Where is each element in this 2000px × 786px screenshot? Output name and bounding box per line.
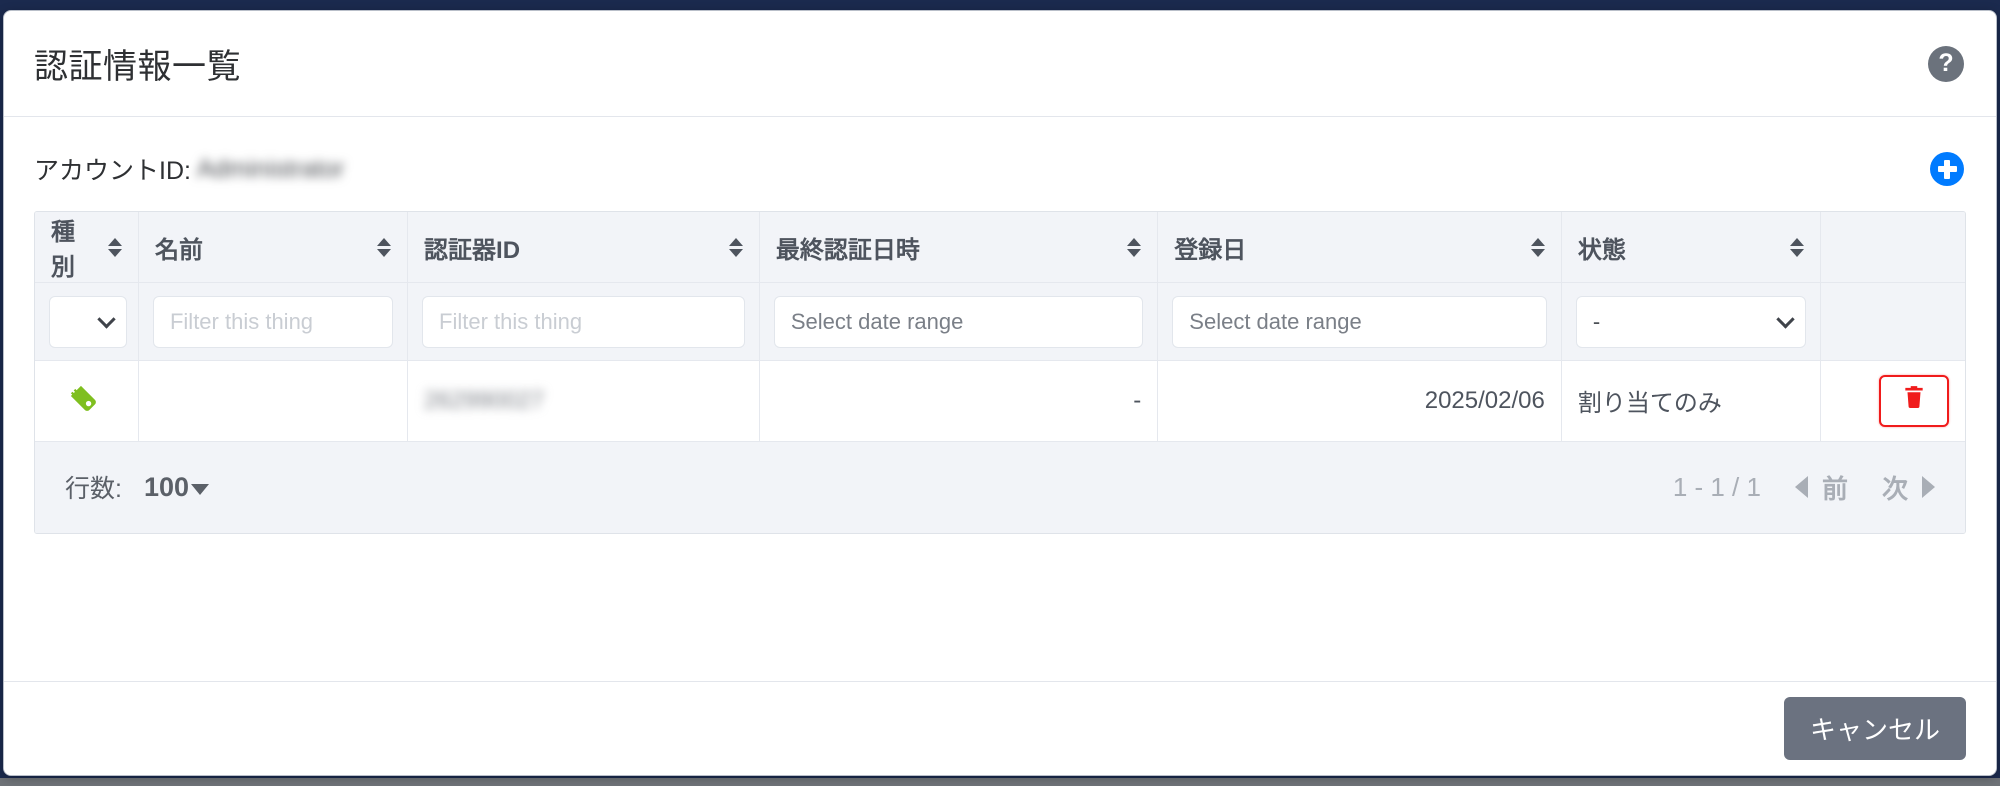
filter-cell-registered (1158, 283, 1562, 361)
rows-per-page-label: 行数: (65, 469, 122, 505)
column-label: 認証器ID (424, 230, 520, 265)
column-label: 種別 (51, 212, 98, 282)
column-header-registered[interactable]: 登録日 (1158, 212, 1562, 283)
cell-authenticator-id: 262990027 (408, 361, 760, 441)
filter-cell-type (35, 283, 138, 361)
sort-icon[interactable] (377, 238, 391, 257)
previous-page-button[interactable]: 前 (1795, 469, 1848, 506)
cell-status: 割り当てのみ (1561, 361, 1820, 441)
caret-down-icon (191, 484, 209, 495)
column-label: 登録日 (1174, 230, 1246, 265)
rows-per-page-value[interactable]: 100 (144, 472, 209, 503)
table-header-row: 種別 名前 認証器ID (35, 212, 1965, 283)
cell-last-auth: - (759, 361, 1157, 441)
cell-registered: 2025/02/06 (1158, 361, 1562, 441)
dialog-header: 認証情報一覧 ? (4, 11, 1996, 117)
dialog-body: アカウントID: Administrator (4, 117, 1996, 683)
column-label: 名前 (155, 230, 203, 265)
filter-cell-actions (1820, 283, 1965, 361)
pagination-range: 1 - 1 / 1 (1673, 472, 1761, 503)
status-filter-select[interactable]: - (1576, 296, 1806, 348)
column-header-name[interactable]: 名前 (138, 212, 407, 283)
backdrop-bottom-bar (0, 778, 2000, 786)
credentials-table: 種別 名前 認証器ID (34, 211, 1966, 534)
rows-per-page-control[interactable]: 行数: 100 (65, 469, 209, 505)
account-id-row: アカウントID: Administrator (34, 143, 1966, 195)
type-filter-select[interactable] (49, 296, 127, 348)
table-filter-row: - (35, 283, 1965, 361)
authenticator-id-filter-input[interactable] (422, 296, 745, 348)
pagination-controls: 1 - 1 / 1 前 次 (1673, 469, 1935, 506)
column-header-last-auth[interactable]: 最終認証日時 (759, 212, 1157, 283)
column-header-type[interactable]: 種別 (35, 212, 138, 283)
last-auth-date-range-input[interactable] (774, 296, 1143, 348)
question-mark-circle-icon[interactable]: ? (1928, 46, 1964, 82)
sort-icon[interactable] (1790, 238, 1804, 257)
filter-cell-last-auth (759, 283, 1157, 361)
name-filter-input[interactable] (153, 296, 393, 348)
filter-cell-authenticator-id (408, 283, 760, 361)
table-footer: 行数: 100 1 - 1 / 1 前 次 (35, 441, 1965, 533)
filter-cell-status: - (1561, 283, 1820, 361)
chevron-right-icon (1922, 476, 1935, 498)
sort-icon[interactable] (1531, 238, 1545, 257)
plus-circle-icon[interactable] (1930, 152, 1964, 186)
sort-icon[interactable] (1127, 238, 1141, 257)
previous-page-label: 前 (1822, 469, 1848, 506)
green-tag-icon (51, 382, 122, 420)
next-page-button[interactable]: 次 (1882, 469, 1935, 506)
filter-cell-name (138, 283, 407, 361)
credentials-dialog: 認証情報一覧 ? アカウントID: Administrator (3, 10, 1997, 776)
sort-icon[interactable] (729, 238, 743, 257)
column-header-authenticator-id[interactable]: 認証器ID (408, 212, 760, 283)
cancel-button[interactable]: キャンセル (1784, 697, 1966, 760)
next-page-label: 次 (1882, 469, 1908, 506)
table-row[interactable]: 262990027 - 2025/02/06 割り当てのみ (35, 361, 1965, 441)
delete-row-button[interactable] (1879, 375, 1949, 427)
chevron-left-icon (1795, 476, 1808, 498)
sort-icon[interactable] (108, 238, 122, 257)
cell-actions (1820, 361, 1965, 441)
rows-per-page-number: 100 (144, 472, 189, 503)
column-header-status[interactable]: 状態 (1561, 212, 1820, 283)
account-id-label: アカウントID: (34, 151, 191, 187)
trash-icon (1901, 383, 1927, 418)
dialog-footer: キャンセル (4, 681, 1996, 775)
registered-date-range-input[interactable] (1172, 296, 1547, 348)
authenticator-id-value: 262990027 (424, 387, 544, 414)
account-id-value: Administrator (197, 155, 344, 184)
page-title: 認証情報一覧 (34, 39, 241, 88)
column-header-actions (1820, 212, 1965, 283)
cell-type (35, 361, 138, 441)
column-label: 最終認証日時 (776, 230, 920, 265)
column-label: 状態 (1578, 230, 1626, 265)
cell-name (138, 361, 407, 441)
